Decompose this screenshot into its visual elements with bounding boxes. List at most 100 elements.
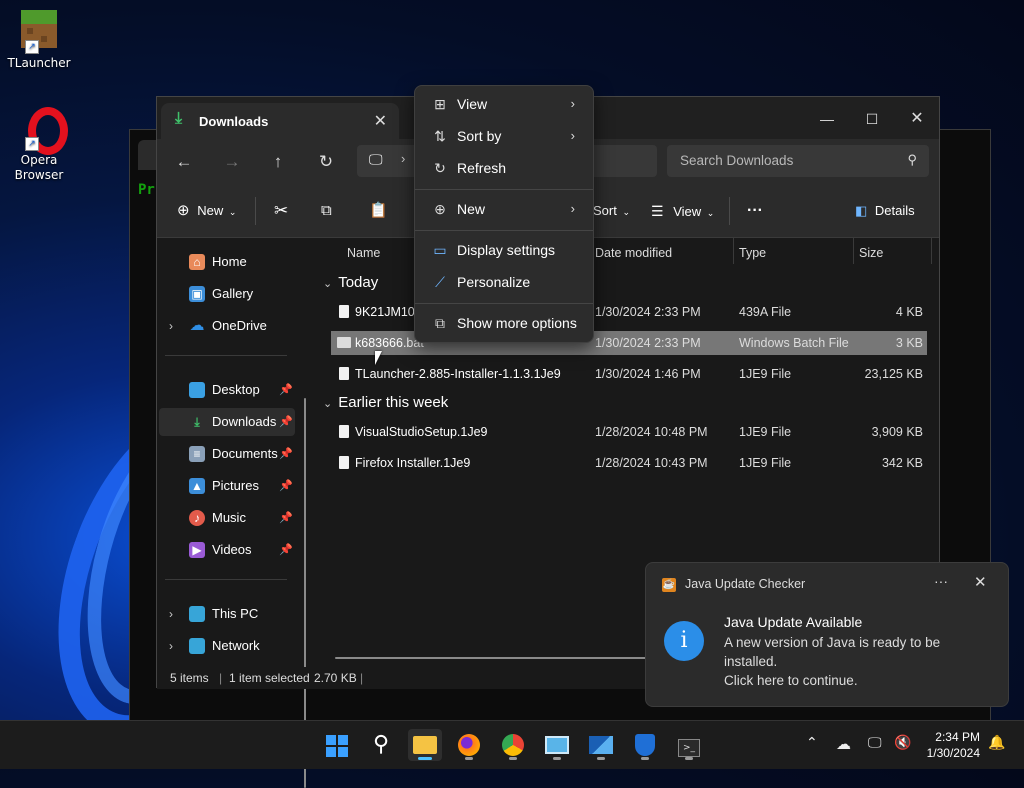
tab-downloads[interactable]: ⤓ Downloads ✕ <box>161 103 399 139</box>
menu-item-display-settings[interactable]: ▭ Display settings <box>419 235 589 265</box>
refresh-button[interactable]: ↻ <box>313 150 339 174</box>
gallery-icon: ▣ <box>189 286 205 302</box>
nav-item-home[interactable]: ⌂ Home <box>159 248 295 276</box>
pin-icon[interactable]: 📌 <box>279 440 293 468</box>
taskbar-file-explorer[interactable] <box>408 729 442 761</box>
pin-icon[interactable]: 📌 <box>279 536 293 564</box>
resource-monitor-icon <box>589 736 613 754</box>
nav-item-onedrive[interactable]: › ☁ OneDrive <box>159 312 295 340</box>
nav-label: Desktop <box>212 382 260 397</box>
file-date: 1/28/2024 10:43 PM <box>595 456 708 470</box>
more-options-icon[interactable]: ··· <box>934 573 948 589</box>
menu-item-personalize[interactable]: ⟋ Personalize <box>419 267 589 297</box>
pin-icon[interactable]: 📌 <box>279 376 293 404</box>
nav-item-videos[interactable]: ▶ Videos 📌 <box>159 536 295 564</box>
desktop-icon-opera[interactable]: ↗ Opera Browser <box>4 105 74 183</box>
desktop-icon-tlauncher[interactable]: ↗ TLauncher <box>4 8 74 71</box>
nav-item-pictures[interactable]: ▲ Pictures 📌 <box>159 472 295 500</box>
menu-item-sort-by[interactable]: ⇅ Sort by › <box>419 121 589 151</box>
menu-item-show-more-options[interactable]: ⧉ Show more options <box>419 308 589 338</box>
up-button[interactable]: ↑ <box>265 150 291 174</box>
chevron-up-icon[interactable]: ⌃ <box>806 735 818 751</box>
table-row[interactable]: TLauncher-2.885-Installer-1.1.3.1Je9 1/3… <box>331 362 927 386</box>
file-icon <box>339 425 349 438</box>
chevron-down-icon: ⌄ <box>622 207 631 217</box>
tab-title: Downloads <box>199 114 269 129</box>
taskbar-terminal[interactable]: >_ <box>672 729 706 761</box>
forward-button[interactable]: → <box>219 150 245 174</box>
cut-button[interactable]: ✂ <box>274 200 288 222</box>
notification-bell-icon[interactable]: 🔔 <box>988 735 1005 751</box>
new-button[interactable]: ⊕ New ⌄ <box>177 200 236 222</box>
menu-item-label: Display settings <box>457 242 556 258</box>
table-row[interactable]: Firefox Installer.1Je9 1/28/2024 10:43 P… <box>331 451 927 475</box>
download-icon: ⤓ <box>175 110 183 127</box>
pin-icon[interactable]: 📌 <box>279 504 293 532</box>
nav-item-music[interactable]: ♪ Music 📌 <box>159 504 295 532</box>
details-button[interactable]: ◧ Details <box>855 200 915 222</box>
nav-item-gallery[interactable]: ▣ Gallery <box>159 280 295 308</box>
table-row[interactable]: VisualStudioSetup.1Je9 1/28/2024 10:48 P… <box>331 420 927 444</box>
nav-item-network[interactable]: › Network <box>159 632 295 660</box>
column-header-size[interactable]: Size <box>859 246 883 260</box>
nav-label: Music <box>212 510 246 525</box>
column-divider[interactable] <box>931 238 932 264</box>
taskbar-defender[interactable] <box>628 729 662 761</box>
group-header-today[interactable]: ⌄ Today <box>323 274 378 291</box>
start-button[interactable] <box>320 729 354 761</box>
file-name: Firefox Installer.1Je9 <box>355 456 471 470</box>
copy-button[interactable]: ⧉ <box>321 200 332 222</box>
group-header-earlier[interactable]: ⌄ Earlier this week <box>323 394 448 411</box>
close-button[interactable]: ✕ <box>894 105 940 133</box>
nav-label: Gallery <box>212 286 254 301</box>
taskbar-firefox[interactable] <box>452 729 486 761</box>
menu-item-new[interactable]: ⊕ New › <box>419 194 589 224</box>
close-tab-icon[interactable]: ✕ <box>374 111 387 131</box>
column-header-date[interactable]: Date modified <box>595 246 672 260</box>
chevron-right-icon: › <box>169 319 173 333</box>
column-header-name[interactable]: Name <box>347 246 380 260</box>
chevron-right-icon: › <box>570 96 575 111</box>
divider <box>165 355 287 356</box>
desktop-icon-label: Opera Browser <box>14 153 64 182</box>
minimize-button[interactable]: — <box>804 105 850 133</box>
navigation-pane: ⌂ Home ▣ Gallery › ☁ OneDrive Desktop 📌 … <box>157 238 313 788</box>
network-monitor-icon[interactable]: 🖵 <box>868 735 882 751</box>
file-size: 3 KB <box>895 336 923 350</box>
pin-icon[interactable]: 📌 <box>279 408 293 436</box>
volume-muted-icon[interactable]: 🔇 <box>894 735 911 751</box>
column-header-type[interactable]: Type <box>739 246 766 260</box>
chevron-right-icon: › <box>169 639 173 653</box>
nav-item-downloads[interactable]: ⤓ Downloads 📌 <box>159 408 295 436</box>
chevron-down-icon: ⌄ <box>323 278 333 290</box>
nav-item-documents[interactable]: ≡ Documents 📌 <box>159 440 295 468</box>
nav-item-this-pc[interactable]: › This PC <box>159 600 295 628</box>
display-icon: ▭ <box>433 242 447 258</box>
column-divider[interactable] <box>733 238 734 264</box>
taskbar-chrome[interactable] <box>496 729 530 761</box>
pin-icon[interactable]: 📌 <box>279 472 293 500</box>
menu-item-view[interactable]: ⊞ View › <box>419 89 589 119</box>
search-button[interactable]: ⚲ <box>364 729 398 761</box>
more-options-button[interactable]: ··· <box>747 200 763 222</box>
menu-item-label: Refresh <box>457 160 507 176</box>
view-button[interactable]: ☰ View ⌄ <box>651 200 714 222</box>
divider <box>415 303 593 304</box>
menu-item-refresh[interactable]: ↻ Refresh <box>419 153 589 183</box>
close-icon[interactable]: ✕ <box>974 573 987 591</box>
notification-toast[interactable]: ☕ Java Update Checker ··· ✕ i Java Updat… <box>645 562 1009 707</box>
clock[interactable]: 2:34 PM 1/30/2024 <box>918 729 980 761</box>
defender-icon <box>635 734 655 756</box>
back-button[interactable]: ← <box>171 150 197 174</box>
onedrive-cloud-icon[interactable]: ☁ <box>836 735 851 753</box>
search-input[interactable]: Search Downloads ⚲ <box>667 145 929 177</box>
sort-button[interactable]: Sort ⌄ <box>593 200 630 222</box>
minecraft-block-icon: ↗ <box>17 8 61 54</box>
taskbar-control-panel[interactable] <box>540 729 574 761</box>
paste-button[interactable]: 📋 <box>369 200 388 222</box>
nav-item-desktop[interactable]: Desktop 📌 <box>159 376 295 404</box>
taskbar-resource-monitor[interactable] <box>584 729 618 761</box>
maximize-button[interactable]: ☐ <box>849 105 895 133</box>
column-divider[interactable] <box>853 238 854 264</box>
horizontal-scrollbar[interactable] <box>335 657 655 659</box>
